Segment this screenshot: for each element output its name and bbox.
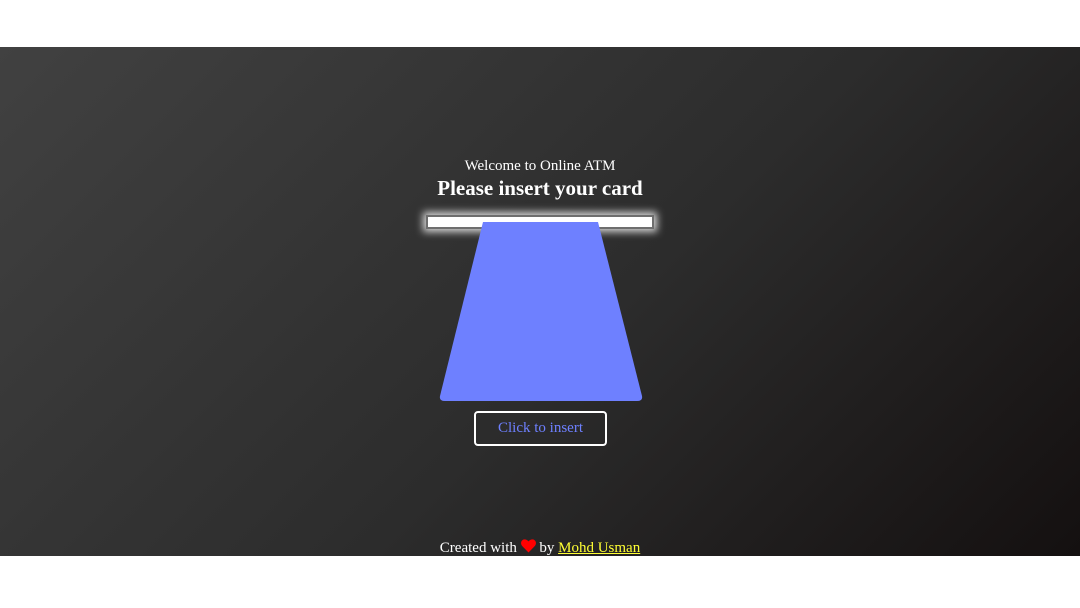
heart-icon: [520, 539, 536, 553]
page-title: Please insert your card: [437, 176, 643, 200]
footer-by: by: [539, 540, 555, 556]
top-whitespace: [0, 0, 1080, 47]
atm-screen: Welcome to Online ATM Please insert your…: [0, 47, 1080, 556]
footer-prefix: Created with: [439, 540, 517, 556]
atm-card-face: [439, 222, 643, 401]
footer-credit: Created with by Mohd Usman: [0, 539, 1080, 556]
author-link[interactable]: Mohd Usman: [558, 540, 640, 556]
insert-card-button[interactable]: Click to insert: [474, 411, 607, 446]
atm-card: [439, 222, 643, 401]
welcome-text: Welcome to Online ATM: [464, 158, 616, 174]
bottom-whitespace: [0, 556, 1080, 608]
